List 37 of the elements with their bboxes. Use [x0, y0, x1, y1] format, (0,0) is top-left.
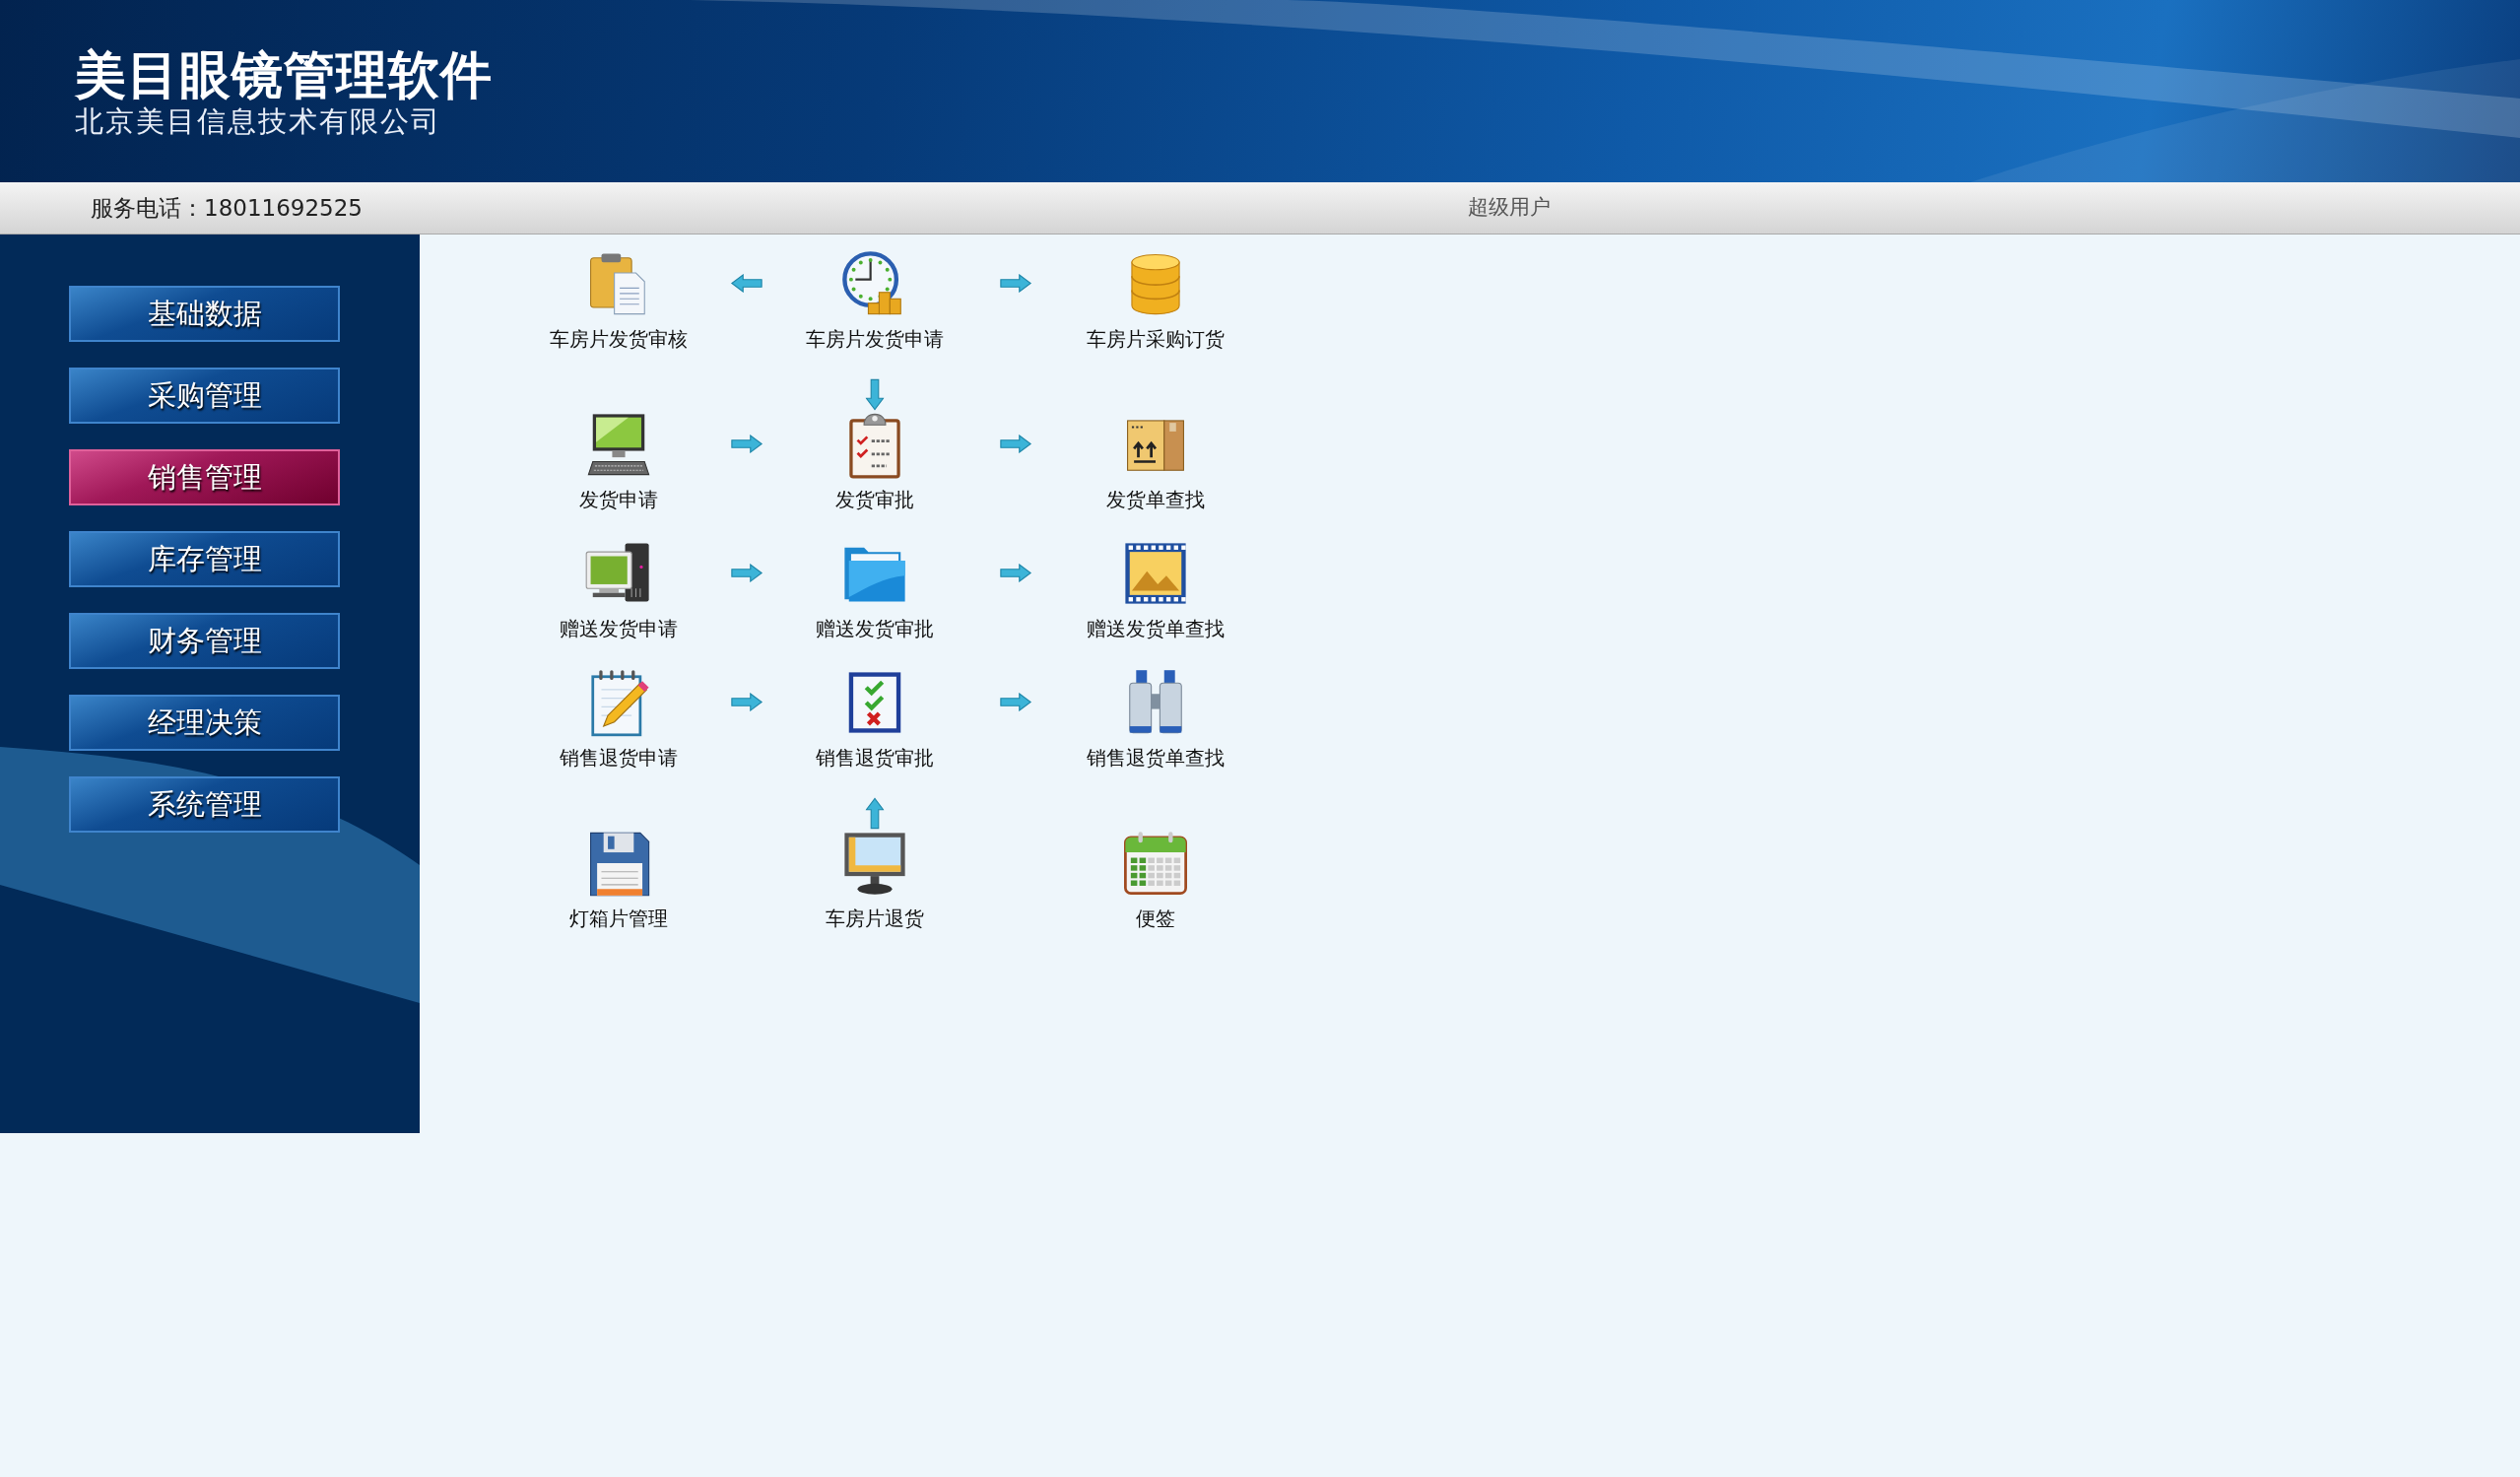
- shortcut-item[interactable]: 销售退货审批: [816, 668, 934, 772]
- arrow-icon: [998, 564, 1032, 582]
- arrow-icon: [998, 693, 1032, 711]
- shortcut-item[interactable]: 车房片退货: [826, 829, 924, 933]
- company-name: 北京美目信息技术有限公司: [75, 103, 442, 138]
- arrow-icon: [730, 435, 763, 453]
- arrow-icon: [998, 435, 1032, 453]
- shortcut-item[interactable]: 车房片发货申请: [806, 249, 944, 354]
- arrow-icon: [865, 377, 885, 411]
- shortcut-item[interactable]: 车房片采购订货: [1087, 249, 1225, 354]
- shortcut-item[interactable]: 发货审批: [835, 410, 914, 514]
- nav-button[interactable]: 采购管理: [69, 368, 340, 424]
- service-phone: 服务电话：18011692525: [90, 193, 364, 223]
- shortcut-item[interactable]: 便签: [1121, 829, 1190, 933]
- arrow-icon: [998, 274, 1032, 293]
- shortcut-item[interactable]: 销售退货申请: [560, 668, 678, 772]
- nav-button[interactable]: 经理决策: [69, 695, 340, 751]
- arrow-icon: [730, 693, 763, 711]
- nav-button[interactable]: 销售管理: [69, 449, 340, 505]
- nav-button[interactable]: 库存管理: [69, 531, 340, 587]
- app-title: 美目眼镜管理软件: [75, 44, 494, 104]
- shortcut-item[interactable]: 发货单查找: [1106, 410, 1205, 514]
- nav-button[interactable]: 基础数据: [69, 286, 340, 342]
- calendar-icon: [1121, 829, 1190, 898]
- shortcut-item[interactable]: 灯箱片管理: [569, 829, 668, 933]
- user-role: 超级用户: [1468, 194, 1551, 222]
- shortcut-item[interactable]: 销售退货单查找: [1087, 668, 1225, 772]
- arrow-icon: [730, 274, 763, 293]
- shortcut-item[interactable]: 赠送发货单查找: [1087, 539, 1225, 643]
- nav-button[interactable]: 财务管理: [69, 613, 340, 669]
- nav-button[interactable]: 系统管理: [69, 776, 340, 833]
- shortcut-item[interactable]: 赠送发货申请: [560, 539, 678, 643]
- shortcut-item[interactable]: 发货申请: [579, 410, 658, 514]
- arrow-icon: [730, 564, 763, 582]
- arrow-icon: [865, 796, 885, 830]
- shortcut-item[interactable]: 赠送发货审批: [816, 539, 934, 643]
- shortcut-item[interactable]: 车房片发货审核: [550, 249, 688, 354]
